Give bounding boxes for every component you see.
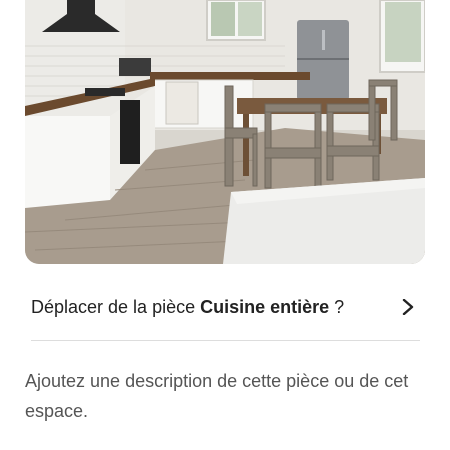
chevron-right-icon[interactable]	[397, 296, 419, 318]
move-room-row[interactable]: Déplacer de la pièce Cuisine entière ?	[25, 286, 425, 328]
description-placeholder[interactable]: Ajoutez une description de cette pièce o…	[25, 366, 425, 426]
kitchen-photo-illustration	[25, 0, 425, 264]
room-photo[interactable]	[25, 0, 425, 264]
move-room-suffix: ?	[329, 297, 345, 317]
divider	[31, 340, 420, 341]
move-room-prefix: Déplacer de la pièce	[31, 297, 201, 317]
move-room-text: Déplacer de la pièce Cuisine entière ?	[25, 296, 397, 318]
room-name: Cuisine entière	[200, 297, 330, 317]
room-photo-screen: Déplacer de la pièce Cuisine entière ? A…	[0, 0, 450, 450]
